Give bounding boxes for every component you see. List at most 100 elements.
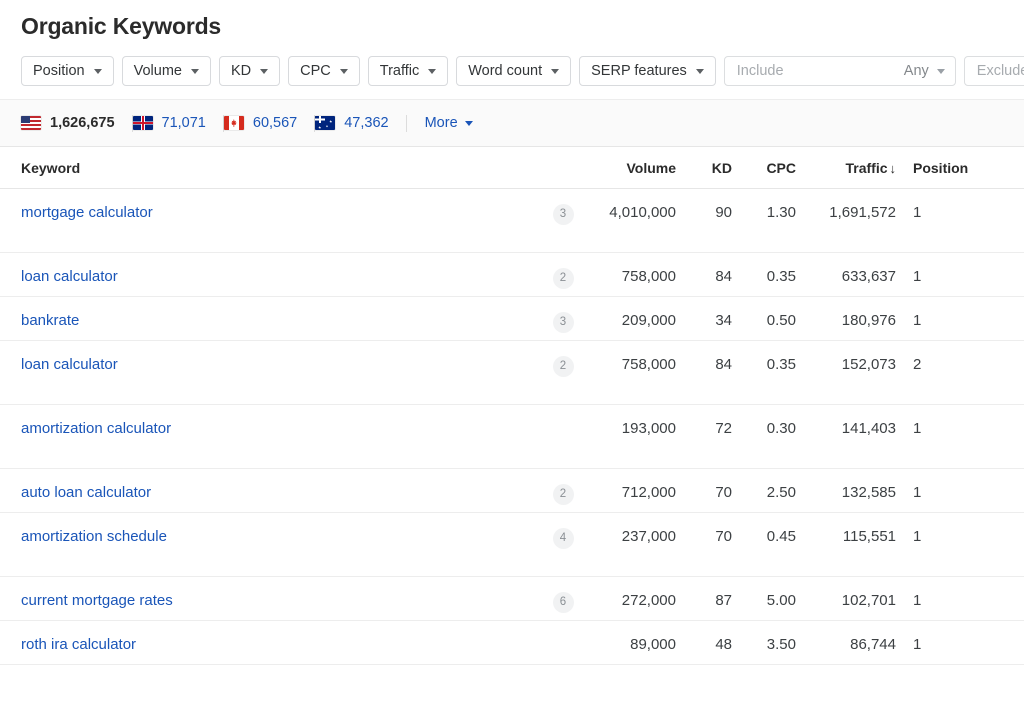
exclude-filter[interactable]: Exclude (963, 56, 1024, 86)
keyword-link[interactable]: mortgage calculator (21, 204, 153, 221)
cell-volume: 89,000 (630, 636, 676, 653)
page-title: Organic Keywords (21, 13, 222, 39)
column-header-volume[interactable]: Volume (584, 160, 676, 176)
filter-word-count[interactable]: Word count (456, 56, 572, 86)
cell-position: 1 (913, 484, 922, 501)
include-input-placeholder[interactable]: Include (737, 63, 890, 79)
chevron-down-icon (428, 68, 437, 74)
chevron-down-icon (190, 68, 199, 74)
serp-features-badge[interactable]: 3 (552, 204, 574, 226)
cell-keyword: amortization schedule (21, 513, 542, 545)
more-countries-button[interactable]: More (407, 115, 473, 131)
filter-kd[interactable]: KD (218, 56, 281, 86)
cell-position: 1 (913, 528, 922, 545)
cell-kd: 72 (715, 420, 732, 437)
cell-traffic: 180,976 (841, 312, 896, 329)
cell-serp-features: 2 (542, 341, 584, 378)
filter-volume[interactable]: Volume (121, 56, 211, 86)
cell-kd: 90 (715, 204, 732, 221)
include-match-mode[interactable]: Any (890, 63, 945, 79)
table-row[interactable]: loan calculator 2 758,000 84 0.35 152,073 2 (0, 341, 1024, 405)
keyword-link[interactable]: amortization calculator (21, 420, 171, 437)
serp-features-badge[interactable]: 2 (552, 484, 574, 506)
cell-kd: 84 (715, 268, 732, 285)
keyword-link[interactable]: loan calculator (21, 356, 118, 373)
include-filter[interactable]: Include Any (723, 56, 956, 86)
filter-cpc-label: CPC (300, 62, 331, 79)
filter-position[interactable]: Position (21, 56, 114, 86)
column-header-keyword[interactable]: Keyword (21, 160, 542, 176)
country-keyword-count: 1,626,675 (50, 114, 115, 131)
column-header-cpc[interactable]: CPC (732, 160, 796, 176)
cell-traffic: 86,744 (850, 636, 896, 653)
keyword-link[interactable]: bankrate (21, 312, 79, 329)
filter-cpc[interactable]: CPC (288, 56, 360, 86)
keyword-link[interactable]: loan calculator (21, 268, 118, 285)
cell-cpc: 0.45 (766, 528, 796, 545)
cell-cpc: 5.00 (766, 592, 796, 609)
filter-traffic[interactable]: Traffic (367, 56, 449, 86)
cell-traffic: 102,701 (841, 592, 896, 609)
column-header-traffic[interactable]: Traffic ↓ (796, 160, 896, 176)
cell-position: 1 (913, 268, 922, 285)
include-match-mode-label: Any (903, 63, 929, 79)
filter-serp-features[interactable]: SERP features (579, 56, 716, 86)
keyword-link[interactable]: roth ira calculator (21, 636, 136, 653)
cell-traffic: 1,691,572 (829, 204, 896, 221)
table-row[interactable]: amortization calculator 193,000 72 0.30 141,… (0, 405, 1024, 469)
chevron-down-icon (551, 68, 560, 74)
keywords-table: Keyword Volume KD CPC Traffic ↓ Position … (0, 147, 1024, 665)
exclude-input-placeholder[interactable]: Exclude (977, 63, 1024, 79)
cell-serp-features (542, 621, 584, 636)
cell-keyword: mortgage calculator (21, 189, 542, 221)
serp-features-badge[interactable]: 4 (552, 528, 574, 550)
cell-cpc: 3.50 (766, 636, 796, 653)
serp-features-badge[interactable]: 6 (552, 592, 574, 614)
serp-features-badge[interactable]: 3 (552, 312, 574, 334)
cell-traffic: 132,585 (841, 484, 896, 501)
cell-volume: 4,010,000 (609, 204, 676, 221)
cell-kd: 84 (715, 356, 732, 373)
serp-features-badge[interactable]: 2 (552, 356, 574, 378)
cell-traffic: 141,403 (841, 420, 896, 437)
country-filter-us[interactable]: 1,626,675 (21, 116, 132, 131)
chevron-down-icon (93, 68, 102, 74)
country-keyword-count: 71,071 (161, 114, 206, 131)
country-filter-ca[interactable]: 60,567 (223, 116, 314, 131)
cell-volume: 758,000 (621, 268, 676, 285)
table-row[interactable]: mortgage calculator 3 4,010,000 90 1.30 1,691… (0, 189, 1024, 253)
country-filter-uk[interactable]: 71,071 (132, 114, 223, 131)
more-countries-label: More (424, 115, 458, 131)
chevron-down-icon (260, 68, 269, 74)
cell-keyword: auto loan calculator (21, 469, 542, 501)
cell-keyword: amortization calculator (21, 405, 542, 437)
country-filter-au[interactable]: 47,362 (315, 116, 405, 131)
column-header-position[interactable]: Position (896, 160, 996, 176)
table-row[interactable]: auto loan calculator 2 712,000 70 2.50 132,58… (0, 469, 1024, 513)
cell-kd: 87 (715, 592, 732, 609)
table-row[interactable]: roth ira calculator 89,000 48 3.50 86,744 1 (0, 621, 1024, 665)
cell-cpc: 0.35 (766, 356, 796, 373)
cell-traffic: 115,551 (842, 528, 896, 545)
serp-features-badge[interactable]: 2 (552, 268, 574, 290)
column-header-kd[interactable]: KD (676, 160, 732, 176)
cell-cpc: 0.50 (766, 312, 796, 329)
table-row[interactable]: amortization schedule 4 237,000 70 0.45 115,5… (0, 513, 1024, 577)
filter-toolbar: Position Volume KD CPC Traffic Word count SERP… (0, 40, 1024, 88)
column-header-traffic-label: Traffic (845, 159, 888, 176)
keyword-link[interactable]: current mortgage rates (21, 592, 173, 609)
cell-cpc: 0.35 (766, 268, 796, 285)
cell-keyword: loan calculator (21, 253, 542, 285)
cell-kd: 34 (715, 312, 732, 329)
filter-word-count-label: Word count (468, 62, 543, 79)
table-row[interactable]: bankrate 3 209,000 34 0.50 180,976 1 (0, 297, 1024, 341)
keyword-link[interactable]: auto loan calculator (21, 484, 151, 501)
cell-position: 1 (913, 204, 922, 221)
table-row[interactable]: current mortgage rates 6 272,000 87 5.00 102,… (0, 577, 1024, 621)
keyword-link[interactable]: amortization schedule (21, 528, 167, 545)
table-row[interactable]: loan calculator 2 758,000 84 0.35 633,637 1 (0, 253, 1024, 297)
filter-traffic-label: Traffic (379, 62, 420, 79)
cell-serp-features: 2 (542, 469, 584, 506)
cell-volume: 237,000 (621, 528, 676, 545)
cell-position: 1 (913, 420, 922, 437)
